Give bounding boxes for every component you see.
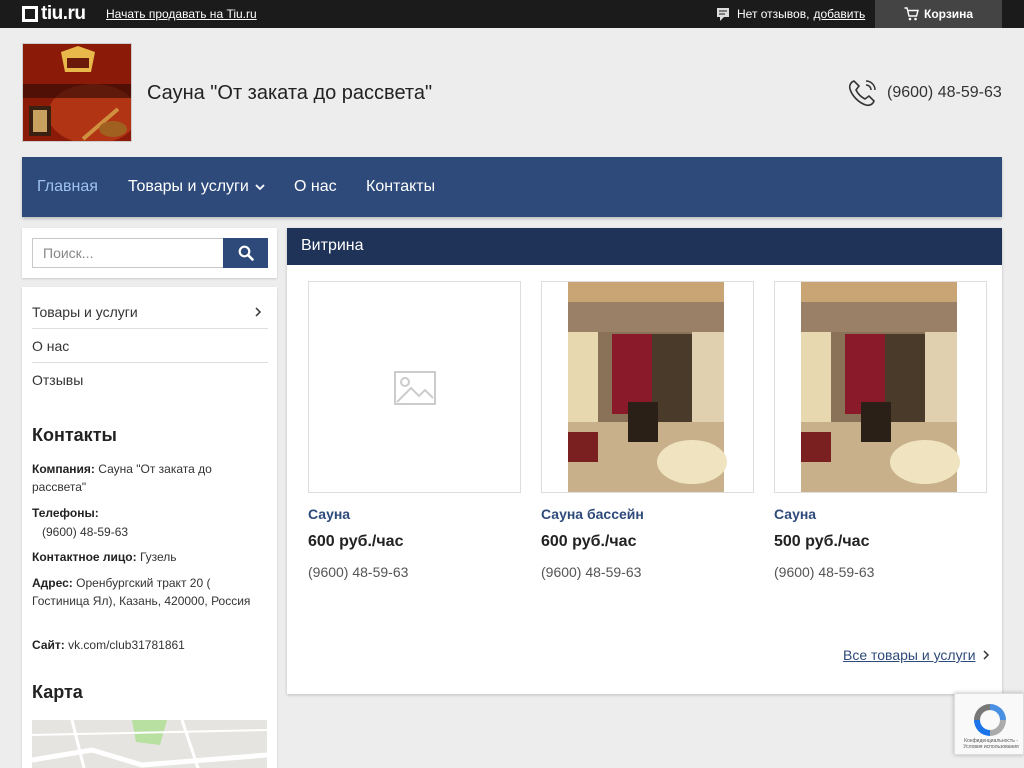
nav-contacts-label: Контакты — [366, 178, 436, 195]
contact-address: Адрес: Оренбургский тракт 20 ( Гостиница… — [32, 574, 262, 610]
tiu-logo-square-icon — [22, 6, 38, 22]
product-price: 600 руб./час — [308, 533, 404, 550]
sauna-room-photo — [801, 282, 960, 492]
sauna-room-photo — [568, 282, 727, 492]
nav-products-label: Товары и услуги — [128, 178, 249, 195]
placeholder-image-icon — [394, 371, 436, 405]
product-price: 600 руб./час — [541, 533, 637, 550]
cart-label: Корзина — [924, 7, 974, 21]
cart-button[interactable]: Корзина — [875, 0, 1002, 28]
reviews-text: Нет отзывов, — [737, 7, 810, 21]
product-name[interactable]: Сауна — [774, 506, 987, 522]
product-phone: (9600) 48-59-63 — [541, 564, 642, 580]
contact-person-value: Гузель — [139, 550, 177, 564]
comment-icon — [717, 7, 729, 21]
sidebar-item-products[interactable]: Товары и услуги — [32, 295, 268, 329]
tiu-logo[interactable]: tiu.ru — [22, 3, 86, 25]
contact-person-label: Контактное лицо: — [32, 550, 137, 564]
chevron-down-icon — [255, 184, 265, 191]
product-card[interactable]: Сауна 600 руб./час (9600) 48-59-63 — [308, 281, 521, 580]
top-bar: tiu.ru Начать продавать на Tiu.ru Нет от… — [0, 0, 1024, 28]
nav-about-label: О нас — [294, 178, 337, 195]
recaptcha-icon — [974, 704, 1006, 736]
contact-phones-value[interactable]: (9600) 48-59-63 — [42, 523, 272, 541]
product-phone: (9600) 48-59-63 — [308, 564, 409, 580]
tiu-logo-text: tiu.ru — [41, 3, 86, 24]
cart-icon — [904, 7, 919, 21]
header-phone-number: (9600) 48-59-63 — [887, 84, 1002, 101]
nav-contacts[interactable]: Контакты — [366, 178, 435, 196]
contact-phones: Телефоны: — [32, 504, 262, 522]
product-card[interactable]: Сауна бассейн 600 руб./час (9600) 48-59-… — [541, 281, 754, 580]
chevron-right-icon — [982, 650, 989, 660]
add-review-link[interactable]: добавить — [813, 7, 865, 21]
product-price: 500 руб./час — [774, 533, 870, 550]
contacts-heading: Контакты — [32, 425, 117, 445]
contact-person: Контактное лицо: Гузель — [32, 548, 262, 566]
all-products-link[interactable]: Все товары и услуги — [843, 647, 990, 663]
map[interactable] — [32, 720, 267, 768]
product-name[interactable]: Сауна — [308, 506, 521, 522]
recaptcha-text: Конфиденциальность - Условия использован… — [963, 738, 1019, 750]
nav-home[interactable]: Главная — [37, 178, 98, 196]
search-input[interactable] — [32, 238, 223, 268]
product-image[interactable] — [541, 281, 754, 493]
phone-icon — [848, 80, 876, 107]
search-icon — [238, 245, 254, 261]
product-phone: (9600) 48-59-63 — [774, 564, 875, 580]
map-heading: Карта — [32, 682, 83, 702]
shop-logo[interactable] — [22, 43, 132, 142]
sidebar-item-reviews[interactable]: Отзывы — [32, 363, 268, 397]
shop-logo-image — [23, 44, 131, 141]
main-navigation: Главная Товары и услуги О нас Контакты — [22, 157, 1002, 217]
contact-site-label: Сайт: — [32, 638, 65, 652]
sidebar-item-label: Товары и услуги — [32, 303, 138, 320]
sidebar-item-label: Отзывы — [32, 372, 84, 388]
recaptcha-badge[interactable]: Конфиденциальность - Условия использован… — [954, 693, 1024, 755]
product-name[interactable]: Сауна бассейн — [541, 506, 754, 522]
search-button[interactable] — [223, 238, 268, 268]
contact-company: Компания: Сауна "От заката до рассвета" — [32, 460, 262, 496]
product-image[interactable] — [774, 281, 987, 493]
sidebar-item-label: О нас — [32, 337, 70, 354]
all-products-label: Все товары и услуги — [843, 647, 976, 663]
contact-address-label: Адрес: — [32, 576, 73, 590]
header-phone[interactable]: (9600) 48-59-63 — [847, 78, 1002, 108]
contact-phones-label: Телефоны: — [32, 506, 99, 520]
contact-site-link[interactable]: vk.com/club31781861 — [68, 638, 185, 652]
nav-about[interactable]: О нас — [294, 178, 337, 196]
nav-home-label: Главная — [37, 178, 98, 195]
product-card[interactable]: Сауна 500 руб./час (9600) 48-59-63 — [774, 281, 987, 580]
nav-products[interactable]: Товары и услуги — [128, 178, 265, 196]
contact-company-label: Компания: — [32, 462, 95, 476]
shop-title: Сауна "От заката до рассвета" — [147, 82, 433, 104]
chevron-right-icon — [255, 307, 262, 317]
sidebar: Товары и услуги О нас Отзывы Контакты Ко… — [22, 287, 277, 768]
contact-site: Сайт: vk.com/club31781861 — [32, 636, 262, 654]
showcase-title: Витрина — [287, 228, 1002, 265]
sidebar-item-about[interactable]: О нас — [32, 329, 268, 363]
reviews-status: Нет отзывов, добавить — [716, 6, 865, 22]
start-selling-link[interactable]: Начать продавать на Tiu.ru — [106, 7, 257, 21]
product-image[interactable] — [308, 281, 521, 493]
map-tiles — [32, 720, 267, 768]
showcase-panel: Витрина Сауна 600 руб./час (9600) 48-59-… — [287, 228, 1002, 694]
search-box — [22, 228, 277, 278]
